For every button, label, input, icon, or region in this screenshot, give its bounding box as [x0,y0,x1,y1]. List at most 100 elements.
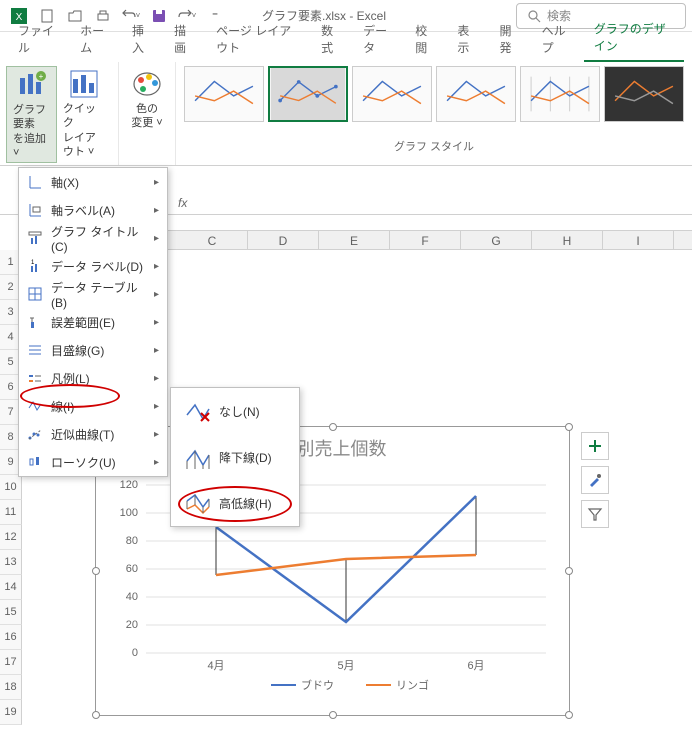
ribbon-group-layouts: + グラフ要素 を追加 ˅ クイック レイアウト ˅ [0,62,119,165]
tab-chart-design[interactable]: グラフのデザイン [584,14,684,62]
chart-plot-area[interactable]: 0 20 40 60 80 100 120 [96,461,566,691]
svg-text:リンゴ: リンゴ [396,678,429,691]
svg-text:120: 120 [120,479,138,491]
chart-styles-button[interactable] [581,466,609,494]
row-header[interactable]: 10 [0,475,22,500]
svg-text:+: + [39,72,44,81]
lines-icon [27,398,43,414]
quick-layout-icon [68,68,100,100]
svg-text:ブドウ: ブドウ [301,678,334,691]
chart-styles-label: グラフ スタイル [184,138,684,154]
menu-axes[interactable]: 軸(X) ▸ [19,168,167,196]
chevron-right-icon: ▸ [154,205,159,216]
axes-icon [27,174,43,190]
none-icon [183,397,211,425]
chevron-right-icon: ▸ [154,345,159,356]
chart-style-5[interactable] [520,66,600,122]
chart-style-4[interactable] [436,66,516,122]
chart-styles-gallery: グラフ スタイル [176,62,692,165]
chart-style-3[interactable] [352,66,432,122]
tab-page-layout[interactable]: ページ レイアウト [206,16,309,62]
row-header[interactable]: 15 [0,600,22,625]
updown-bars-icon [27,454,43,470]
menu-data-labels[interactable]: 1 データ ラベル(D) ▸ [19,252,167,280]
chart-filters-button[interactable] [581,500,609,528]
row-header[interactable]: 11 [0,500,22,525]
submenu-drop-lines[interactable]: 降下線(D) [171,434,299,480]
row-header[interactable]: 14 [0,575,22,600]
col-header-G[interactable]: G [461,231,532,249]
menu-lines[interactable]: 線(I) ▸ [19,392,167,420]
menu-trendline[interactable]: 近似曲線(T) ▸ [19,420,167,448]
menu-legend[interactable]: 凡例(L) ▸ [19,364,167,392]
change-colors-button[interactable]: 色の 変更 ˅ [125,66,169,133]
row-header[interactable]: 19 [0,700,22,725]
svg-text:20: 20 [126,619,138,631]
row-header[interactable]: 13 [0,550,22,575]
add-chart-element-button[interactable]: + グラフ要素 を追加 ˅ [6,66,57,163]
svg-text:0: 0 [132,647,138,659]
quick-layout-button[interactable]: クイック レイアウト ˅ [57,66,112,163]
col-header-E[interactable]: E [319,231,390,249]
legend-icon [27,370,43,386]
data-labels-icon: 1 [27,258,43,274]
chart-style-2[interactable] [268,66,348,122]
tab-view[interactable]: 表示 [447,16,487,62]
chevron-right-icon: ▸ [154,289,159,300]
chart-side-buttons [581,432,609,528]
menu-data-table[interactable]: データ テーブル(B) ▸ [19,280,167,308]
add-chart-element-menu: 軸(X) ▸ 軸ラベル(A) ▸ グラフ タイトル(C) ▸ 1 データ ラベル… [18,167,168,477]
chart-title-icon [27,230,43,246]
svg-text:40: 40 [126,591,138,603]
svg-text:80: 80 [126,535,138,547]
tab-draw[interactable]: 描画 [164,16,204,62]
submenu-high-low-lines[interactable]: 高低線(H) [171,480,299,526]
chart-style-1[interactable] [184,66,264,122]
svg-text:4月: 4月 [207,660,224,672]
ribbon-group-colors: 色の 変更 ˅ [119,62,176,165]
svg-text:6月: 6月 [467,660,484,672]
col-header-D[interactable]: D [248,231,319,249]
tab-review[interactable]: 校閲 [405,16,445,62]
col-header-H[interactable]: H [532,231,603,249]
tab-file[interactable]: ファイル [8,16,68,62]
add-element-icon: + [15,69,47,101]
high-low-lines-icon [183,489,211,517]
chart-elements-button[interactable] [581,432,609,460]
menu-error-bars[interactable]: 誤差範囲(E) ▸ [19,308,167,336]
col-header-I[interactable]: I [603,231,674,249]
palette-icon [131,68,163,100]
fx-icon: fx [170,196,195,210]
row-header[interactable]: 18 [0,675,22,700]
tab-home[interactable]: ホーム [70,16,120,62]
tab-developer[interactable]: 開発 [489,16,529,62]
row-header[interactable]: 17 [0,650,22,675]
tab-data[interactable]: データ [353,16,403,62]
menu-chart-title[interactable]: グラフ タイトル(C) ▸ [19,224,167,252]
chevron-right-icon: ▸ [154,401,159,412]
menu-updown-bars[interactable]: ローソク(U) ▸ [19,448,167,476]
ribbon-tabs: ファイル ホーム 挿入 描画 ページ レイアウト 数式 データ 校閲 表示 開発… [0,32,692,62]
menu-gridlines[interactable]: 目盛線(G) ▸ [19,336,167,364]
error-bars-icon [27,314,43,330]
tab-help[interactable]: ヘルプ [532,16,582,62]
submenu-none[interactable]: なし(N) [171,388,299,434]
col-header-C[interactable]: C [177,231,248,249]
menu-axis-titles[interactable]: 軸ラベル(A) ▸ [19,196,167,224]
col-header-F[interactable]: F [390,231,461,249]
chevron-right-icon: ▸ [154,429,159,440]
svg-text:5月: 5月 [337,660,354,672]
drop-lines-icon [183,443,211,471]
data-table-icon [27,286,43,302]
row-header[interactable]: 16 [0,625,22,650]
row-header[interactable]: 12 [0,525,22,550]
tab-insert[interactable]: 挿入 [122,16,162,62]
tab-formulas[interactable]: 数式 [311,16,351,62]
chart-style-6[interactable] [604,66,684,122]
chevron-right-icon: ▸ [154,261,159,272]
svg-text:100: 100 [120,507,138,519]
svg-text:60: 60 [126,563,138,575]
ribbon: + グラフ要素 を追加 ˅ クイック レイアウト ˅ 色の 変更 ˅ グ [0,62,692,166]
gridlines-icon [27,342,43,358]
chevron-right-icon: ▸ [154,457,159,468]
